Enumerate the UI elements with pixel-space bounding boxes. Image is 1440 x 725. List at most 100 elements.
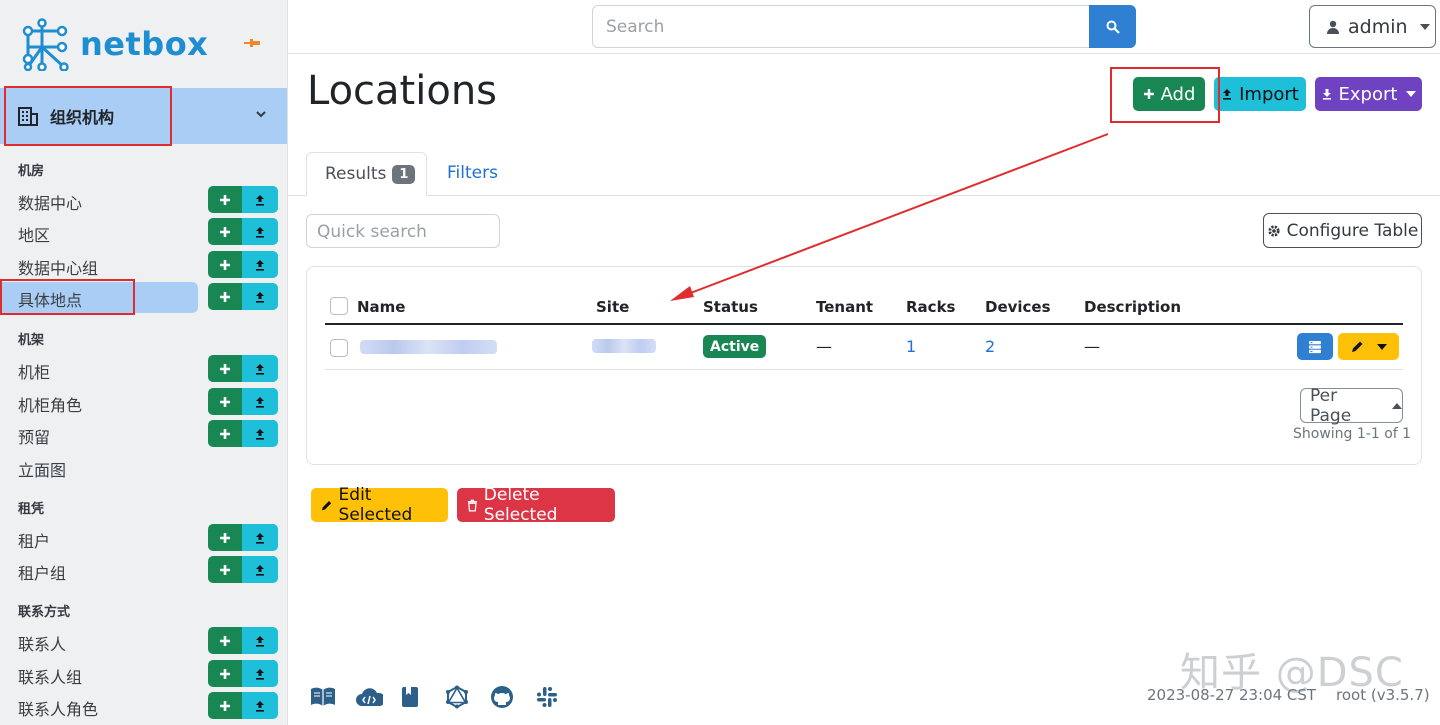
upload-icon (256, 291, 264, 303)
sidebar-item-contact-group[interactable]: 联系人组 (0, 659, 287, 689)
sidebar-item-tenant[interactable]: 租户 (0, 523, 287, 553)
upload-icon (1223, 89, 1232, 100)
upload-icon (256, 532, 264, 544)
sidebar-item-reservation[interactable]: 预留 (0, 419, 287, 449)
column-header-status[interactable]: Status (703, 298, 758, 316)
table-header-divider (325, 323, 1403, 325)
add-button[interactable] (208, 388, 242, 415)
view-elevations-button[interactable] (1297, 333, 1333, 360)
plus-icon (220, 668, 230, 679)
group-label-tenancy: 租凭 (18, 502, 45, 517)
search-placeholder: Search (606, 17, 665, 37)
delete-selected-label: Delete Selected (483, 485, 558, 525)
pencil-icon (321, 500, 332, 510)
group-label-racks: 机架 (18, 333, 45, 348)
quick-search-input[interactable]: Quick search (306, 214, 500, 248)
netbox-logo-icon (22, 18, 69, 71)
add-button[interactable] (208, 283, 242, 310)
add-button[interactable] (208, 692, 242, 719)
add-button[interactable] (208, 627, 242, 654)
wiki-link[interactable] (400, 684, 445, 710)
import-button[interactable] (242, 218, 278, 245)
add-button[interactable] (208, 420, 242, 447)
upload-icon (256, 564, 264, 576)
import-button[interactable] (242, 388, 278, 415)
racks-count-link[interactable]: 1 (906, 337, 916, 356)
import-button[interactable] (242, 420, 278, 447)
search-icon (1106, 20, 1120, 34)
tab-results[interactable]: Results 1 (306, 152, 427, 196)
github-link[interactable] (490, 684, 535, 710)
sidebar-item-datacenter-group[interactable]: 数据中心组 (0, 250, 287, 280)
plus-icon (220, 428, 230, 439)
import-button[interactable] (242, 186, 278, 213)
site-link-redacted[interactable] (592, 339, 656, 353)
add-button[interactable] (208, 660, 242, 687)
add-button[interactable] (208, 556, 242, 583)
import-button[interactable] (242, 627, 278, 654)
delete-selected-button[interactable]: Delete Selected (457, 485, 615, 525)
row-checkbox[interactable] (330, 339, 348, 357)
sidebar-item-label: 联系人 (18, 635, 67, 654)
sidebar-item-datacenter[interactable]: 数据中心 (0, 185, 287, 215)
add-button[interactable] (208, 355, 242, 382)
edit-selected-button[interactable]: Edit Selected (311, 485, 448, 525)
sidebar-item-label: 租户 (18, 532, 51, 551)
docs-link[interactable] (310, 684, 355, 710)
per-page-dropdown[interactable]: Per Page (1300, 386, 1403, 426)
sidebar-item-contact[interactable]: 联系人 (0, 626, 287, 656)
import-button[interactable] (242, 283, 278, 310)
tab-filters[interactable]: Filters (447, 163, 498, 183)
column-header-site[interactable]: Site (596, 298, 629, 316)
select-all-checkbox[interactable] (330, 297, 348, 315)
quick-search-placeholder: Quick search (317, 222, 427, 242)
brand[interactable]: netbox (18, 16, 208, 72)
graphql-link[interactable] (445, 684, 490, 710)
table-row-divider (325, 369, 1403, 370)
upload-icon (256, 668, 264, 680)
github-icon (491, 686, 513, 708)
import-button[interactable] (242, 692, 278, 719)
search-button[interactable] (1089, 5, 1136, 48)
add-button[interactable] (208, 251, 242, 278)
location-name-link-redacted[interactable] (360, 340, 497, 354)
import-button[interactable] (242, 660, 278, 687)
add-button[interactable] (208, 186, 242, 213)
import-button[interactable]: Import (1214, 77, 1306, 111)
column-header-devices[interactable]: Devices (985, 298, 1051, 316)
slack-link[interactable] (535, 684, 580, 710)
import-button[interactable] (242, 524, 278, 551)
search-input[interactable]: Search (592, 5, 1090, 48)
brand-name: netbox (80, 25, 209, 63)
configure-table-button[interactable]: Configure Table (1263, 213, 1422, 248)
api-link[interactable] (355, 684, 400, 710)
chevron-up-icon (1392, 402, 1402, 409)
column-header-tenant[interactable]: Tenant (816, 298, 873, 316)
sidebar-item-rack-role[interactable]: 机柜角色 (0, 387, 287, 417)
export-button[interactable]: Export (1315, 77, 1422, 111)
footer-timestamp: 2023-08-27 23:04 CST (1147, 686, 1317, 704)
column-header-name[interactable]: Name (357, 298, 405, 316)
plus-icon (220, 396, 230, 407)
sidebar-item-region[interactable]: 地区 (0, 217, 287, 247)
add-button[interactable] (208, 218, 242, 245)
devices-count-link[interactable]: 2 (985, 337, 995, 356)
import-button[interactable] (242, 556, 278, 583)
results-table-card: Name Site Status Tenant Racks Devices De… (306, 266, 1422, 465)
sidebar-item-rack[interactable]: 机柜 (0, 354, 287, 384)
import-button[interactable] (242, 251, 278, 278)
column-header-racks[interactable]: Racks (906, 298, 955, 316)
plus-icon (220, 635, 230, 646)
sidebar-item-label: 地区 (18, 226, 51, 245)
edit-dropdown-button[interactable] (1338, 333, 1399, 360)
add-button[interactable] (208, 524, 242, 551)
column-header-description[interactable]: Description (1084, 298, 1181, 316)
sidebar-item-elevation[interactable]: 立面图 (0, 452, 287, 482)
import-button[interactable] (242, 355, 278, 382)
tab-results-label: Results (325, 164, 387, 184)
pin-icon[interactable] (244, 37, 260, 49)
sidebar-item-contact-role[interactable]: 联系人角色 (0, 691, 287, 721)
plus-icon (220, 194, 230, 205)
sidebar-item-tenant-group[interactable]: 租户组 (0, 555, 287, 585)
user-menu-button[interactable]: admin (1309, 5, 1436, 48)
